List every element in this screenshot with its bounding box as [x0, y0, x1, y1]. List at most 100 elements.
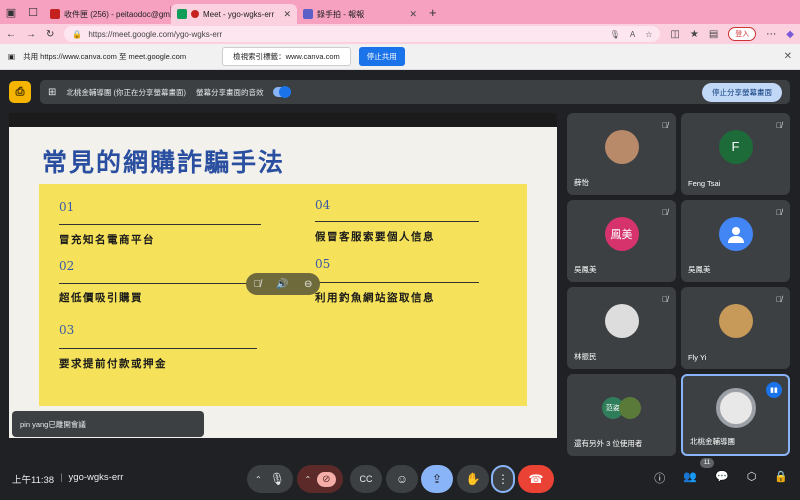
clock-time: 上午11:38: [12, 475, 55, 486]
leave-call-button[interactable]: ☎: [518, 465, 554, 493]
split-screen-icon[interactable]: ◫: [670, 29, 679, 40]
avatar: [604, 129, 639, 164]
mic-off-icon: 🎙̸: [776, 208, 782, 217]
present-screen-icon: ⇪: [431, 472, 443, 486]
reload-icon[interactable]: ↻: [46, 29, 54, 40]
item-divider: [59, 348, 257, 349]
volume-icon[interactable]: 🔊: [276, 279, 288, 290]
item-number: 03: [59, 323, 75, 337]
participant-name: 吳鳳美: [688, 265, 711, 274]
item-text: 冒充知名電商平台: [59, 234, 155, 246]
tab-groups-icon[interactable]: ☐: [22, 0, 44, 24]
mic-off-icon[interactable]: 🎙̸: [254, 279, 262, 290]
others-tile[interactable]: 范姿 還有另外 3 位使用者: [567, 374, 676, 456]
address-bar-row: ← → ↻ 🔒 https://meet.google.com/ygo-wgks…: [0, 24, 800, 44]
emoji-button[interactable]: ☺: [386, 465, 418, 493]
read-aloud-icon[interactable]: A: [630, 30, 635, 39]
activities-icon[interactable]: ⎙: [9, 81, 31, 103]
item-text: 假冒客服索要個人信息: [315, 231, 435, 243]
chevron-up-icon[interactable]: ⌃: [255, 475, 262, 484]
login-button[interactable]: 登入: [728, 27, 757, 41]
tab-meet[interactable]: Meet - ygo-wgks-err ✕: [171, 4, 297, 24]
participant-tile[interactable]: 🎙̸ 鳳美 吳鳳美: [567, 200, 676, 282]
minimize-icon[interactable]: ⊖: [304, 279, 312, 290]
mic-off-icon: 🎙̸: [662, 295, 668, 304]
avatar: 鳳美: [604, 216, 639, 251]
microphone-icon: 🎙: [269, 472, 285, 486]
slide-content-panel: 01 冒充知名電商平台 02 超低價吸引購買 03 要求提前付款或押金 04 假…: [39, 184, 527, 406]
microphone-button[interactable]: ⌃ 🎙: [247, 465, 293, 493]
forward-icon[interactable]: →: [26, 29, 36, 40]
participant-name: 還有另外 3 位使用者: [574, 439, 643, 448]
person-icon: [718, 216, 753, 251]
collections-icon[interactable]: ▤: [709, 29, 718, 40]
avatar: [718, 303, 753, 338]
screen-share-icon: ▣: [8, 52, 16, 61]
participant-name: 吳鳳美: [574, 265, 597, 274]
back-icon[interactable]: ←: [6, 29, 16, 40]
meet-bottom-bar: 上午11:38 | ygo-wgks-err ⌃ 🎙 ⌃ ⊘ CC ☺ ⇪ ✋ …: [0, 460, 800, 500]
participant-tile[interactable]: 🎙̸ Fly Yi: [681, 287, 790, 369]
new-tab-icon[interactable]: +: [429, 5, 437, 20]
side-panel-icons: ⓘ 👥 💬 ⬡ 🔒: [654, 470, 788, 486]
gmail-icon: [50, 9, 60, 19]
more-icon[interactable]: ⋯: [766, 29, 776, 40]
mic-off-icon: 🎙̸: [662, 208, 668, 217]
host-controls-icon[interactable]: 🔒: [774, 470, 788, 486]
meet-icon: [177, 9, 187, 19]
more-options-button[interactable]: ⋮: [491, 465, 515, 493]
meet-header: ⎙ ⊞ 北桃金輔導團 (你正在分享螢幕畫面) 螢幕分享畫面的音效 停止分享螢幕畫…: [0, 70, 800, 114]
participant-tile[interactable]: 🎙̸ 薛怡: [567, 113, 676, 195]
participant-tile[interactable]: 🎙̸ 吳鳳美: [681, 200, 790, 282]
participant-tile[interactable]: 🎙̸ 林振民: [567, 287, 676, 369]
participant-name: 薛怡: [574, 178, 589, 187]
chevron-up-icon[interactable]: ⌃: [304, 475, 311, 484]
chat-icon[interactable]: 💬: [715, 470, 729, 486]
presenting-bar: ⊞ 北桃金輔導團 (你正在分享螢幕畫面) 螢幕分享畫面的音效 停止分享螢幕畫面: [40, 80, 790, 104]
favorites-icon[interactable]: ★: [690, 29, 699, 40]
captions-button[interactable]: CC: [350, 465, 382, 493]
self-tile[interactable]: ▮▮ 北桃金輔導團: [681, 374, 790, 456]
people-icon[interactable]: 👥: [683, 470, 697, 486]
tab-gmail[interactable]: 收件匣 (256) - peitaodoc@gma ✕: [44, 4, 170, 24]
activities-icon[interactable]: ⬡: [747, 470, 757, 486]
mic-off-icon: 🎙̸: [776, 121, 782, 130]
camera-button[interactable]: ⌃ ⊘: [297, 465, 343, 493]
close-tab-icon[interactable]: ✕: [283, 9, 291, 20]
item-divider: [315, 221, 479, 222]
tab-other[interactable]: 錄手拍 - 報報 ✕: [297, 4, 423, 24]
hand-icon: ✋: [465, 472, 481, 486]
participant-tile[interactable]: 🎙̸ F Feng Tsai: [681, 113, 790, 195]
stop-sharing-button[interactable]: 停止共用: [358, 47, 405, 66]
copilot-icon[interactable]: ◆: [786, 29, 794, 40]
share-audio-toggle[interactable]: [273, 86, 292, 98]
view-tab-button[interactable]: 檢視索引標籤：www.canva.com: [222, 47, 351, 66]
favorite-icon[interactable]: ☆: [645, 30, 652, 39]
tab-title: 收件匣 (256) - peitaodoc@gma: [64, 9, 170, 19]
avatar: F: [718, 129, 753, 164]
item-number: 05: [315, 257, 331, 271]
stop-presenting-button[interactable]: 停止分享螢幕畫面: [702, 82, 782, 102]
item-divider: [315, 282, 479, 283]
close-tab-icon[interactable]: ✕: [409, 9, 417, 20]
sidebar-toggle-icon[interactable]: ▣: [0, 0, 22, 24]
close-icon[interactable]: ✕: [784, 51, 792, 62]
mic-icon[interactable]: 🎙: [610, 30, 620, 39]
url-field[interactable]: 🔒 https://meet.google.com/ygo-wgks-err 🎙…: [64, 26, 661, 42]
notification-toast: pin yang已離開會議: [12, 411, 204, 437]
recording-dot-icon: [191, 10, 199, 18]
item-text: 要求提前付款或押金: [59, 358, 167, 370]
item-text: 超低價吸引購買: [59, 292, 143, 304]
avatar: [715, 387, 756, 428]
info-icon[interactable]: ⓘ: [654, 470, 665, 486]
present-button[interactable]: ⇪: [421, 465, 453, 493]
item-divider: [59, 283, 271, 284]
raise-hand-button[interactable]: ✋: [457, 465, 489, 493]
mic-off-icon: 🎙̸: [776, 295, 782, 304]
camera-off-icon: ⊘: [317, 471, 336, 487]
avatar: [619, 396, 642, 419]
item-number: 04: [315, 198, 331, 212]
browser-tab-bar: ▣ ☐ 收件匣 (256) - peitaodoc@gma ✕ Meet - y…: [0, 0, 800, 24]
participant-name: 北桃金輔導團: [690, 437, 735, 446]
speaking-indicator-icon: ▮▮: [766, 382, 782, 398]
